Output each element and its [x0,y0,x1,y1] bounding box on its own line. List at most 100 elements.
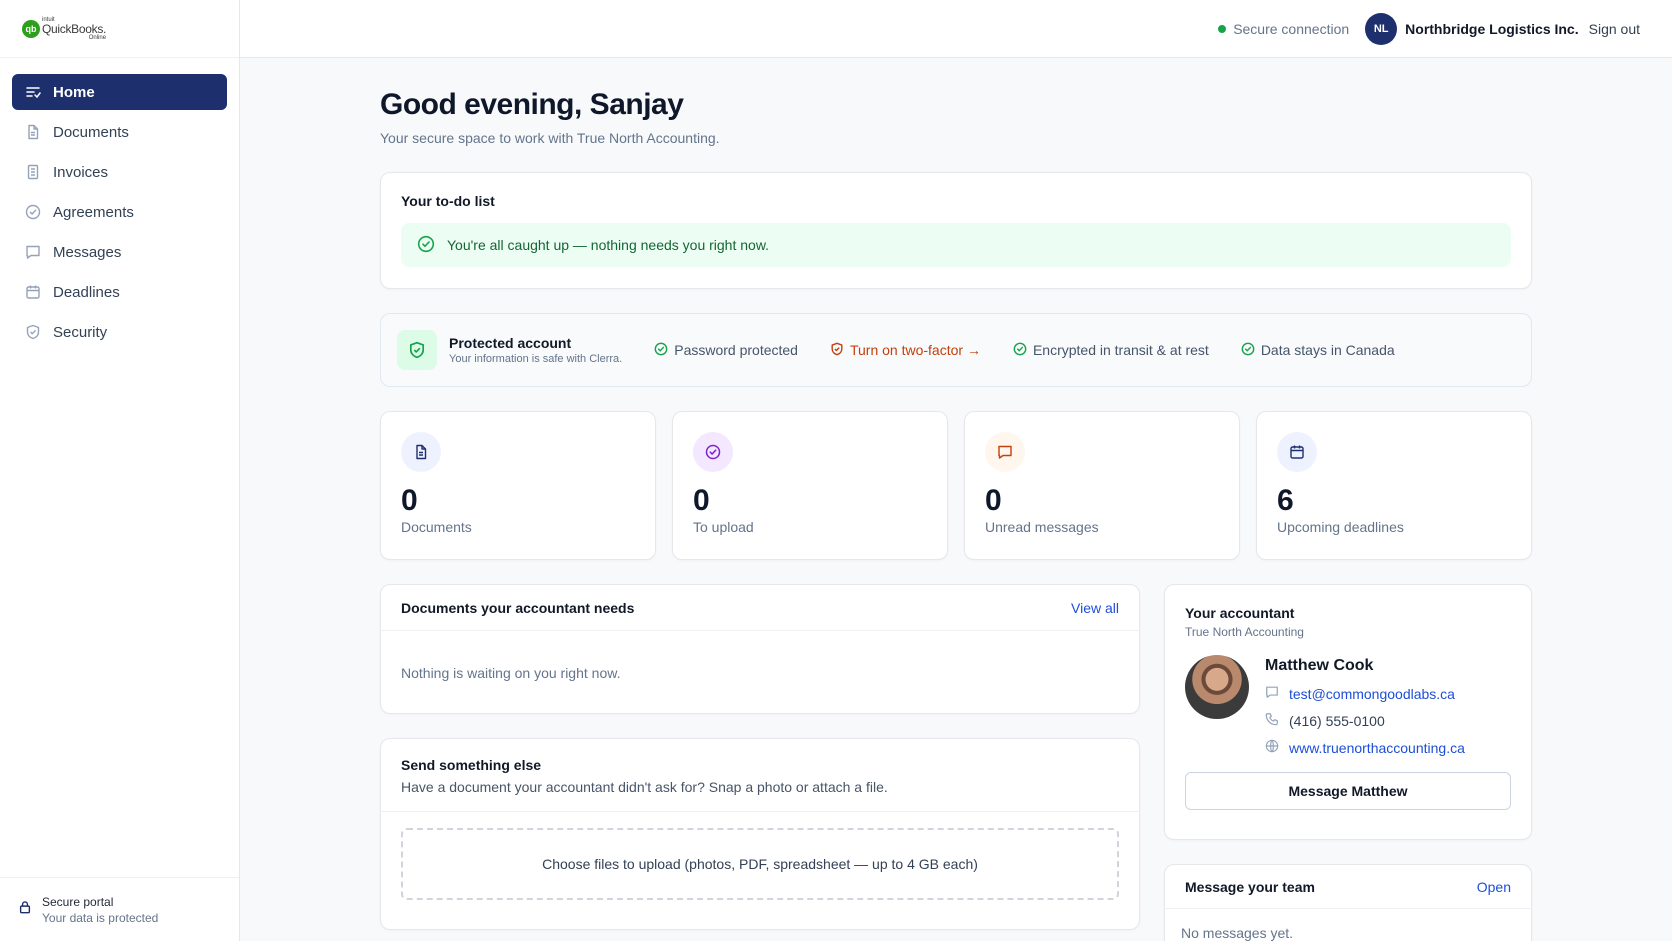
left-column: Documents your accountant needs View all… [380,584,1140,941]
invoice-icon [25,164,41,180]
check-circle-icon [693,432,733,472]
documents-needed-header: Documents your accountant needs View all [381,585,1139,631]
topbar: Secure connection NL Northbridge Logisti… [240,0,1672,58]
accountant-firm: True North Accounting [1185,625,1304,639]
check-circle-icon [25,204,41,220]
open-messages-link[interactable]: Open [1477,879,1511,895]
protection-title: Protected account [449,335,572,351]
sidebar-item-label: Agreements [53,203,134,221]
lower-section: Documents your accountant needs View all… [380,584,1532,941]
calendar-icon [25,284,41,300]
todo-title: Your to-do list [401,193,495,209]
sidebar-item-label: Invoices [53,163,109,181]
sidebar-item-messages[interactable]: Messages [12,234,227,270]
secure-portal-subtitle: Your data is protected [42,910,159,925]
feature-password: Password protected [654,342,798,359]
home-list-icon [25,84,41,100]
send-something-subtitle: Have a document your accountant didn't a… [401,779,888,795]
sidebar-item-security[interactable]: Security [12,314,227,350]
sidebar-item-label: Deadlines [53,283,120,301]
page-title: Good evening, Sanjay [380,88,684,121]
accountant-phone[interactable]: (416) 555-0100 [1265,712,1465,729]
stat-value: 0 [401,484,418,517]
account-protection-bar: Protected account Your information is sa… [380,313,1532,387]
documents-needed-title: Documents your accountant needs [401,599,635,616]
stat-value: 0 [985,484,1002,517]
message-team-title: Message your team [1185,878,1315,895]
page-subtitle: Your secure space to work with True Nort… [380,130,720,146]
right-column: Your accountant True North Accounting Ma… [1164,584,1532,941]
stat-label: Documents [401,519,472,535]
document-icon [401,432,441,472]
check-circle-icon [654,342,668,359]
sign-out-button[interactable]: Sign out [1589,21,1640,37]
documents-needed-card: Documents your accountant needs View all… [380,584,1140,714]
shield-icon [25,324,41,340]
message-team-header: Message your team Open [1165,865,1531,909]
accountant-card: Your accountant True North Accounting Ma… [1164,584,1532,840]
stat-card-to-upload[interactable]: 0 To upload [672,411,948,560]
lock-icon [18,900,32,919]
secure-connection-indicator: Secure connection [1218,21,1349,37]
send-something-title: Send something else [401,757,542,773]
message-icon [25,244,41,260]
protection-subtitle: Your information is safe with Clerra. [449,353,623,365]
stat-value: 0 [693,484,710,517]
shield-warning-icon [830,342,844,359]
globe-icon [1265,739,1279,756]
company-avatar[interactable]: NL [1365,12,1398,45]
brand-line3: Online [88,34,107,41]
quickbooks-logo-icon: qb [22,19,40,38]
stat-label: Unread messages [985,519,1099,535]
sidebar-item-label: Security [53,323,108,341]
message-accountant-button[interactable]: Message Matthew [1185,772,1511,810]
feature-data-residency: Data stays in Canada [1241,342,1395,359]
sidebar-item-label: Documents [53,123,129,141]
protection-summary: Protected account Your information is sa… [449,335,622,365]
sidebar-item-documents[interactable]: Documents [12,114,227,150]
company-name[interactable]: Northbridge Logistics Inc. [1405,21,1578,37]
message-team-card: Message your team Open No messages yet. [1164,864,1532,941]
sidebar-footer: Secure portal Your data is protected [0,877,239,941]
message-team-empty: No messages yet. [1181,925,1294,941]
brand-line2: QuickBooks. [42,21,107,36]
stat-card-documents[interactable]: 0 Documents [380,411,656,560]
accountant-card-title: Your accountant [1185,605,1295,621]
secure-portal-title: Secure portal [42,894,114,909]
message-icon [1265,685,1279,702]
check-circle-icon [1241,342,1255,359]
accountant-website-link[interactable]: www.truenorthaccounting.ca [1265,739,1465,756]
file-upload-dropzone[interactable]: Choose files to upload (photos, PDF, spr… [401,828,1119,900]
view-all-link[interactable]: View all [1071,600,1119,616]
todo-status-text: You're all caught up — nothing needs you… [447,237,770,253]
check-circle-icon [1013,342,1027,359]
stats-row: 0 Documents 0 To upload 0 Unread message… [380,411,1532,560]
message-icon [985,432,1025,472]
accountant-email-link[interactable]: test@commongoodlabs.ca [1265,685,1465,702]
calendar-icon [1277,432,1317,472]
secure-connection-label: Secure connection [1233,20,1350,37]
accountant-name: Matthew Cook [1265,657,1374,674]
check-circle-icon [417,235,435,256]
shield-icon [397,330,437,370]
sidebar-item-label: Home [53,83,95,101]
phone-icon [1265,712,1279,729]
stat-label: Upcoming deadlines [1277,519,1404,535]
turn-on-two-factor-link[interactable]: Turn on two-factor → [830,342,981,359]
sidebar-item-agreements[interactable]: Agreements [12,194,227,230]
brand-logo[interactable]: qb intuit QuickBooks. Online [0,0,239,58]
accountant-avatar [1185,655,1249,719]
stat-label: To upload [693,519,754,535]
sidebar-item-deadlines[interactable]: Deadlines [12,274,227,310]
main-content: Good evening, Sanjay Your secure space t… [380,58,1532,941]
sidebar-item-label: Messages [53,243,122,261]
sidebar-item-home[interactable]: Home [12,74,227,110]
sidebar-item-invoices[interactable]: Invoices [12,154,227,190]
send-something-card: Send something else Have a document your… [380,738,1140,930]
sidebar: qb intuit QuickBooks. Online Home Docume… [0,0,240,941]
stat-card-unread-messages[interactable]: 0 Unread messages [964,411,1240,560]
stat-value: 6 [1277,484,1294,517]
sidebar-nav: Home Documents Invoices Agreements Messa… [0,58,239,370]
stat-card-upcoming-deadlines[interactable]: 6 Upcoming deadlines [1256,411,1532,560]
send-something-header: Send something else Have a document your… [381,739,1139,812]
